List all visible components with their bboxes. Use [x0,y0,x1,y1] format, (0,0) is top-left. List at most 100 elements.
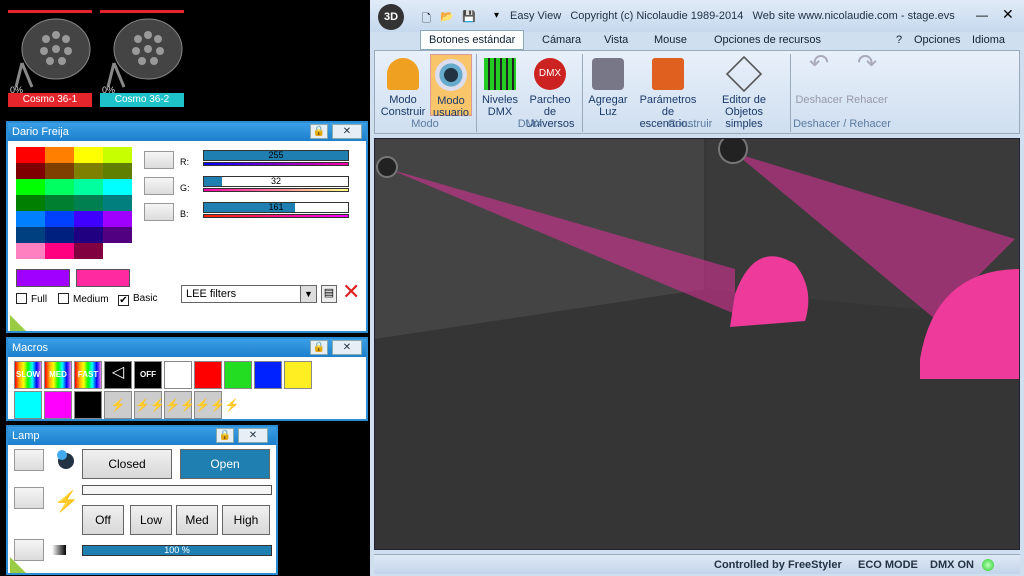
palette-swatch[interactable] [45,211,74,227]
macro-off[interactable]: OFF [134,361,162,389]
palette-swatch[interactable] [74,147,103,163]
new-icon[interactable]: 🗋 [422,10,431,29]
tab-vista[interactable]: Vista [604,34,628,46]
macro-color[interactable] [74,391,102,419]
niveles-dmx-button[interactable]: Niveles DMX [480,58,520,118]
fixture-cosmo-2[interactable]: 0% Cosmo 36-2 [100,10,186,114]
current-color-a[interactable] [16,269,70,287]
palette-swatch[interactable] [45,227,74,243]
macro-fast[interactable]: FAST [74,361,102,389]
lock-icon[interactable]: 🔒 [310,340,328,355]
palette-swatch[interactable] [16,243,45,259]
preset-basic[interactable]: ✔ Basic [118,293,157,306]
palette-swatch[interactable] [45,179,74,195]
palette-swatch[interactable] [16,179,45,195]
close-icon[interactable]: ✕ [238,428,268,443]
off-button[interactable]: Off [82,505,124,535]
preset-full[interactable]: Full [16,293,47,306]
palette-swatch[interactable] [16,195,45,211]
rehacer-button[interactable]: ↷ Rehacer [844,52,890,107]
macro-color[interactable] [44,391,72,419]
palette-swatch[interactable] [103,243,132,259]
palette-swatch[interactable] [74,179,103,195]
g-button[interactable] [144,177,174,195]
help-menu[interactable]: ? [896,34,902,46]
open-folder-icon[interactable]: 📂 [440,10,454,23]
quick-access-dropdown[interactable]: ▾ [494,10,499,21]
shutter-button[interactable] [14,449,44,471]
palette-swatch[interactable] [103,227,132,243]
b-slider[interactable]: 161 [203,202,349,213]
strobe-macro-icon[interactable]: ⚡⚡ [134,391,165,419]
panel-title-bar[interactable]: Macros 🔒 ✕ [8,339,366,357]
palette-swatch[interactable] [74,243,103,259]
strobe-macro-icon[interactable]: ⚡ [104,391,132,419]
close-icon[interactable]: ✕ [1002,6,1014,23]
low-button[interactable]: Low [130,505,172,535]
save-icon[interactable]: ▤ [321,285,337,303]
r-button[interactable] [144,151,174,169]
idioma-menu[interactable]: Idioma [972,34,1005,46]
palette-swatch[interactable] [45,163,74,179]
palette-swatch[interactable] [103,195,132,211]
palette-swatch[interactable] [16,163,45,179]
palette-swatch[interactable] [45,243,74,259]
speaker-icon[interactable]: ◁ [104,361,132,389]
modo-usuario-button[interactable]: Modo usuario [430,54,472,119]
tab-camara[interactable]: Cámara [542,34,581,46]
macro-color[interactable] [254,361,282,389]
palette-swatch[interactable] [103,179,132,195]
agregar-luz-button[interactable]: Agregar Luz [586,58,630,118]
b-button[interactable] [144,203,174,221]
dimmer-slider[interactable]: 100 % [82,545,272,556]
lock-icon[interactable]: 🔒 [310,124,328,139]
strobe-slider[interactable] [82,485,272,495]
med-button[interactable]: Med [176,505,218,535]
deshacer-button[interactable]: ↶ Deshacer [794,52,844,107]
macro-color[interactable] [284,361,312,389]
strobe-button[interactable] [14,487,44,509]
resize-handle[interactable] [10,315,26,331]
macro-slow[interactable]: SLOW [14,361,42,389]
palette-swatch[interactable] [16,227,45,243]
palette-swatch[interactable] [74,163,103,179]
palette-swatch[interactable] [103,147,132,163]
macro-color[interactable] [164,361,192,389]
lock-icon[interactable]: 🔒 [216,428,234,443]
r-slider[interactable]: 255 [203,150,349,161]
high-button[interactable]: High [222,505,270,535]
palette-swatch[interactable] [16,147,45,163]
delete-icon[interactable]: ✕ [342,281,360,303]
palette-swatch[interactable] [45,195,74,211]
palette-swatch[interactable] [74,195,103,211]
palette-swatch[interactable] [74,211,103,227]
3d-viewport[interactable] [374,138,1020,550]
g-slider[interactable]: 32 [203,176,349,187]
palette-swatch[interactable] [103,163,132,179]
modo-construir-button[interactable]: Modo Construir [378,58,428,118]
close-icon[interactable]: ✕ [332,340,362,355]
dimmer-button[interactable] [14,539,44,561]
macro-med[interactable]: MED [44,361,72,389]
panel-title-bar[interactable]: Lamp 🔒 ✕ [8,427,276,445]
panel-title-bar[interactable]: Dario Freija 🔒 ✕ [8,123,366,141]
close-icon[interactable]: ✕ [332,124,362,139]
strobe-macro-icon[interactable]: ⚡⚡⚡ [194,391,240,419]
save-icon[interactable]: 💾 [462,10,476,23]
macro-color[interactable] [224,361,252,389]
macro-color[interactable] [14,391,42,419]
tab-mouse[interactable]: Mouse [654,34,687,46]
fixture-cosmo-1[interactable]: 0% Cosmo 36-1 [8,10,94,114]
palette-swatch[interactable] [16,211,45,227]
minimize-icon[interactable]: — [976,8,988,22]
preset-medium[interactable]: Medium [58,293,109,306]
strobe-macro-icon[interactable]: ⚡⚡⚡ [164,391,210,419]
palette-swatch[interactable] [45,147,74,163]
macro-color[interactable] [194,361,222,389]
open-button[interactable]: Open [180,449,270,479]
palette-swatch[interactable] [103,211,132,227]
tab-opciones-recursos[interactable]: Opciones de recursos [714,34,821,46]
current-color-b[interactable] [76,269,130,287]
palette-swatch[interactable] [74,227,103,243]
filter-select[interactable]: LEE filters ▼ [181,285,317,303]
